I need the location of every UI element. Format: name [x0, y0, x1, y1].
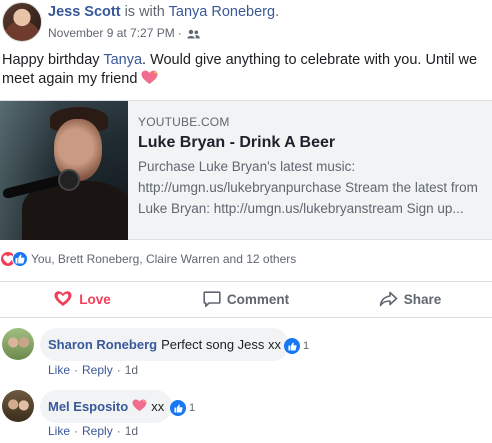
tagged-end: . — [275, 4, 280, 20]
love-outline-icon — [54, 291, 72, 306]
share-icon — [379, 291, 398, 307]
comment-age[interactable]: 1d — [125, 363, 138, 377]
comment-like-number: 1 — [189, 402, 196, 414]
link-title[interactable]: Luke Bryan - Drink A Beer — [138, 134, 492, 152]
love-button[interactable]: Love — [0, 282, 164, 316]
post-meta: November 9 at 7:27 PM · — [48, 26, 200, 40]
link-desc-line-3: Luke Bryan: http://umgn.us/lukebryanstre… — [138, 201, 464, 216]
like-reaction-icon — [284, 338, 300, 354]
comment-dot: · — [74, 363, 79, 377]
post-text-before: Happy birthday — [2, 52, 100, 68]
comment-like-link[interactable]: Like — [48, 363, 70, 377]
with-text: is with — [124, 4, 165, 20]
comment-button-label: Comment — [226, 291, 290, 307]
heart-emoji-icon — [132, 399, 147, 415]
author-name[interactable]: Jess Scott — [48, 4, 121, 20]
friends-icon[interactable] — [186, 28, 200, 39]
post-mention[interactable]: Tanya — [103, 52, 142, 68]
post-timestamp[interactable]: November 9 at 7:27 PM — [48, 26, 175, 40]
commenter-name[interactable]: Sharon Roneberg — [48, 337, 157, 352]
comment-like-count[interactable]: 1 — [170, 400, 195, 416]
post-header-line: Jess Scott is with Tanya Roneberg. — [48, 4, 279, 20]
author-avatar[interactable] — [2, 2, 42, 42]
commenter-avatar[interactable] — [2, 328, 34, 360]
commenter-name[interactable]: Mel Esposito — [48, 399, 128, 414]
comment-text: Perfect song Jess xx — [161, 337, 282, 352]
post-text: Happy birthday Tanya. Would give anythin… — [2, 51, 488, 91]
comment-like-number: 1 — [303, 340, 310, 352]
post-action-bar: Love Comment Share — [0, 282, 492, 316]
comment-like-link[interactable]: Like — [48, 424, 70, 438]
comment-icon — [203, 290, 221, 307]
video-thumbnail[interactable] — [0, 101, 128, 240]
link-description: Purchase Luke Bryan's latest music: http… — [138, 156, 492, 219]
link-preview-card[interactable]: YOUTUBE.COM Luke Bryan - Drink A Beer Pu… — [0, 100, 492, 240]
comment-dot: · — [116, 424, 121, 438]
heart-emoji-icon — [141, 70, 158, 91]
comment-actions: Like · Reply · 1d — [48, 424, 138, 438]
comment-actions: Like · Reply · 1d — [48, 363, 138, 377]
link-desc-line-2: http://umgn.us/lukebryanpurchase Stream … — [138, 180, 478, 195]
comment-reply-link[interactable]: Reply — [82, 424, 113, 438]
like-reaction-icon — [170, 400, 186, 416]
comment-bubble: Sharon Roneberg Perfect song Jess xx — [40, 328, 290, 361]
thumbnail-microphone — [58, 169, 80, 191]
comment-reply-link[interactable]: Reply — [82, 363, 113, 377]
link-domain: YOUTUBE.COM — [138, 115, 230, 129]
comment-dot: · — [116, 363, 121, 377]
like-reaction-icon — [12, 251, 28, 267]
comment-bubble: Mel Esposito xx — [40, 390, 173, 423]
comment-item: Mel Esposito xx 1 Like · Reply · 1d — [0, 390, 492, 443]
comment-age[interactable]: 1d — [125, 424, 138, 438]
comment-item: Sharon Roneberg Perfect song Jess xx 1 L… — [0, 328, 492, 380]
share-button[interactable]: Share — [328, 282, 492, 316]
share-button-label: Share — [403, 291, 442, 307]
meta-separator: · — [177, 26, 182, 40]
comment-button[interactable]: Comment — [164, 282, 328, 316]
commenter-avatar[interactable] — [2, 390, 34, 422]
link-card-info: YOUTUBE.COM Luke Bryan - Drink A Beer Pu… — [138, 115, 492, 219]
actions-divider-bottom — [0, 317, 492, 318]
link-desc-line-1: Purchase Luke Bryan's latest music: — [138, 159, 356, 174]
reactions-summary[interactable]: You, Brett Roneberg, Claire Warren and 1… — [0, 249, 492, 269]
comment-text: xx — [151, 399, 165, 414]
comment-like-count[interactable]: 1 — [284, 338, 309, 354]
love-button-label: Love — [79, 291, 111, 307]
post-header: Jess Scott is with Tanya Roneberg. Novem… — [0, 0, 492, 48]
comment-dot: · — [74, 424, 79, 438]
tagged-user[interactable]: Tanya Roneberg — [169, 4, 275, 20]
reactions-text[interactable]: You, Brett Roneberg, Claire Warren and 1… — [31, 252, 296, 266]
